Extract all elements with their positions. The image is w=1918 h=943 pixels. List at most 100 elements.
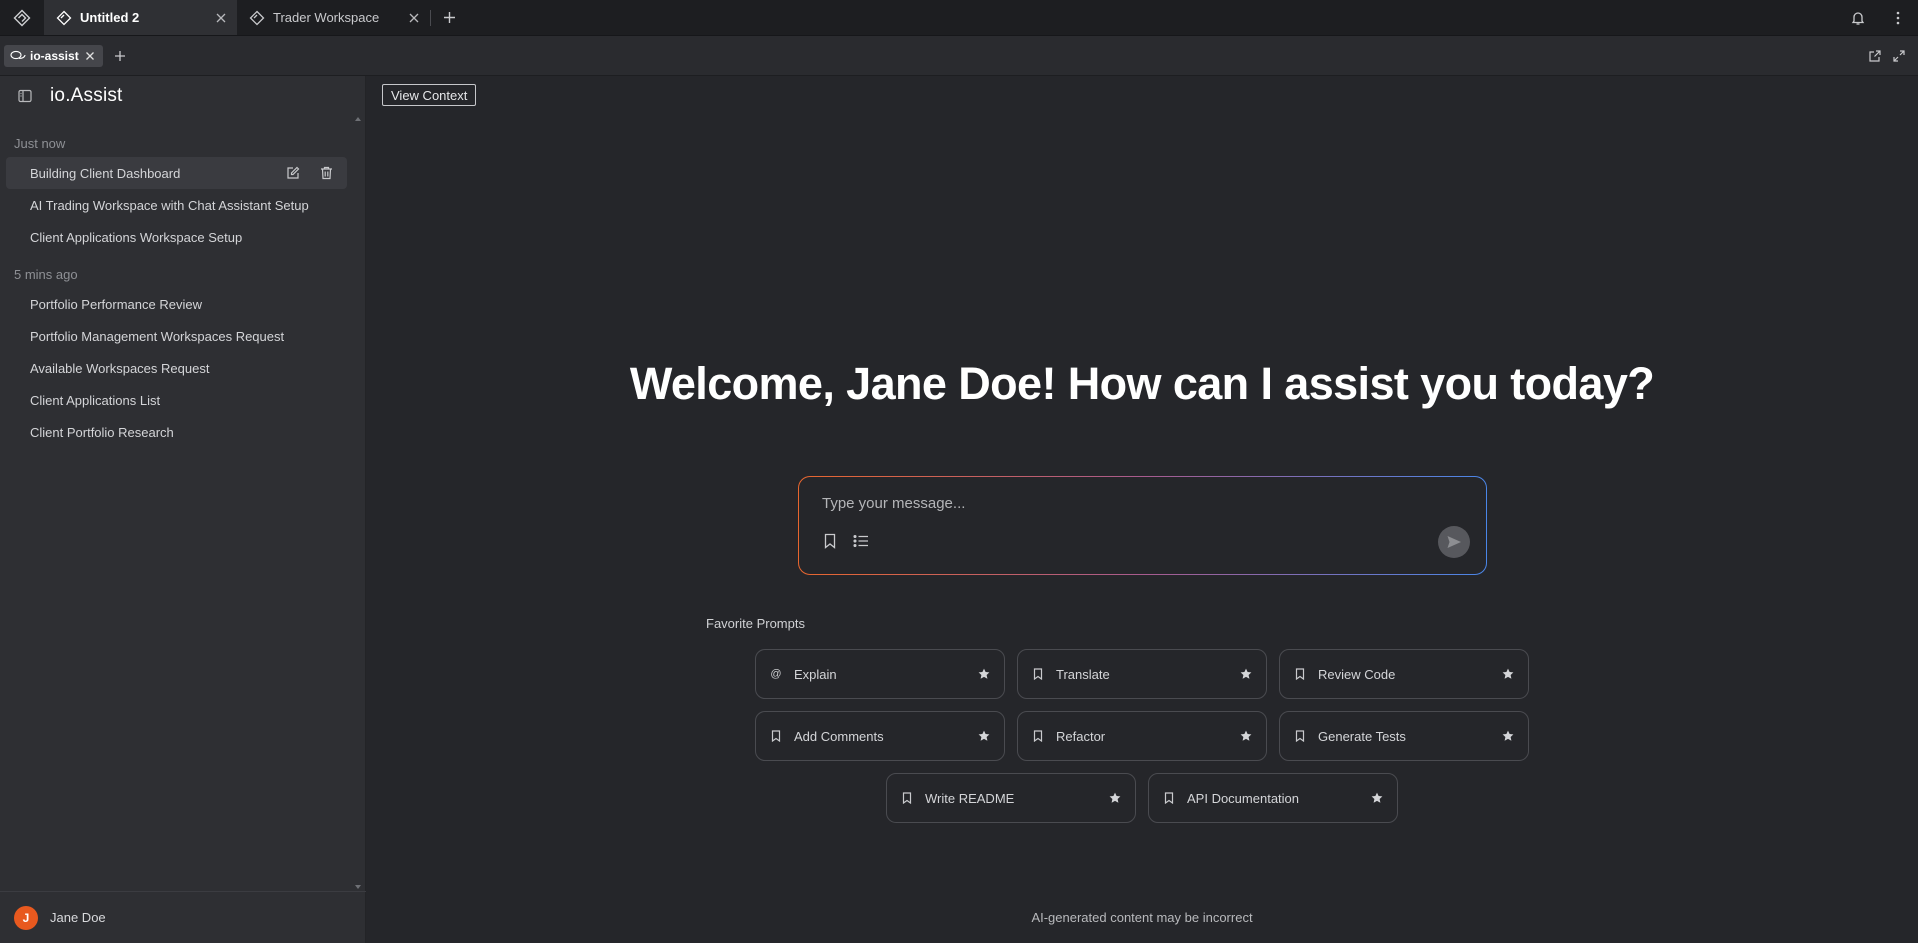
star-icon[interactable] [1240,730,1252,742]
star-icon[interactable] [978,730,990,742]
conversation-label: Client Applications Workspace Setup [30,229,243,245]
favorite-prompts-label: Favorite Prompts [706,616,805,631]
close-app-tab-icon[interactable] [85,51,95,61]
prompt-api-documentation[interactable]: API Documentation [1148,773,1398,823]
bookmark-icon [1294,668,1306,680]
workspace-icon [249,10,265,26]
chat-bubbles-icon [10,50,26,62]
composer-body [799,477,1486,574]
conversation-label: Building Client Dashboard [30,165,181,181]
send-button[interactable] [1438,526,1470,558]
prompt-explain[interactable]: @ Explain [755,649,1005,699]
add-app-tab-button[interactable] [105,50,135,62]
conversation-item[interactable]: Available Workspaces Request [6,352,347,384]
kebab-menu-icon [1896,11,1900,25]
prompt-add-comments[interactable]: Add Comments [755,711,1005,761]
group-label-5-mins-ago: 5 mins ago [14,267,78,282]
conversation-label: Available Workspaces Request [30,360,210,376]
message-input[interactable] [822,493,1422,513]
add-tab-button[interactable] [431,0,467,35]
bookmark-icon [1163,792,1175,804]
star-icon[interactable] [1240,668,1252,680]
composer-tools [823,533,869,549]
star-icon[interactable] [1109,792,1121,804]
app-logo-icon[interactable] [0,0,44,35]
conversation-item[interactable]: Client Applications Workspace Setup [6,221,347,253]
sidebar-title: io.Assist [50,85,123,106]
conversation-item[interactable]: Client Applications List [6,384,347,416]
prompt-label: Write README [925,790,1015,806]
conversation-item[interactable]: Building Client Dashboard [6,157,347,189]
at-icon: @ [770,668,782,680]
message-composer [798,476,1487,575]
conversation-actions [286,166,333,180]
app-tab-label: io-assist [30,48,79,63]
star-icon[interactable] [978,668,990,680]
conversation-label: Portfolio Management Workspaces Request [30,328,285,344]
prompt-label: Generate Tests [1318,728,1406,744]
app-tab-io-assist[interactable]: io-assist [4,44,103,67]
notifications-button[interactable] [1838,0,1878,35]
star-icon[interactable] [1502,730,1514,742]
bell-icon [1850,10,1866,26]
conversation-label: Portfolio Performance Review [30,296,202,312]
more-options-button[interactable] [1878,0,1918,35]
conversation-item[interactable]: Portfolio Management Workspaces Request [6,320,347,352]
pop-out-icon[interactable] [1868,49,1882,63]
bookmark-icon [1032,668,1044,680]
conversation-label: Client Portfolio Research [30,424,174,440]
group-label-just-now: Just now [14,136,66,151]
conversation-label: AI Trading Workspace with Chat Assistant… [30,197,309,213]
bookmark-icon [1294,730,1306,742]
close-tab-icon[interactable] [408,12,420,24]
sidebar-toggle-icon[interactable] [18,89,32,103]
prompt-write-readme[interactable]: Write README [886,773,1136,823]
prompt-review-code[interactable]: Review Code [1279,649,1529,699]
prompt-generate-tests[interactable]: Generate Tests [1279,711,1529,761]
tab-trader-workspace[interactable]: Trader Workspace [237,0,430,35]
list-icon[interactable] [853,533,869,549]
prompt-refactor[interactable]: Refactor [1017,711,1267,761]
edit-icon[interactable] [286,166,300,180]
tab-label: Trader Workspace [273,10,380,25]
prompt-label: API Documentation [1187,790,1300,806]
scroll-up-arrow[interactable] [355,116,361,122]
prompt-label: Add Comments [794,728,884,744]
bookmark-icon [770,730,782,742]
plus-icon [114,50,126,62]
sidebar-header: io.Assist [0,76,365,116]
conversation-item[interactable]: Client Portfolio Research [6,416,347,448]
prompt-label: Explain [794,666,837,682]
window-tab-bar: Untitled 2 Trader Workspace [0,0,1918,36]
star-icon[interactable] [1371,792,1383,804]
avatar: J [14,905,38,930]
prompt-translate[interactable]: Translate [1017,649,1267,699]
welcome-heading: Welcome, Jane Doe! How can I assist you … [629,358,1655,409]
star-icon[interactable] [1502,668,1514,680]
user-name: Jane Doe [50,910,106,925]
close-tab-icon[interactable] [215,12,227,24]
tab-untitled-2[interactable]: Untitled 2 [44,0,237,35]
tab-label: Untitled 2 [80,10,140,25]
app-tab-actions [1868,49,1918,63]
scroll-down-arrow[interactable] [355,884,361,890]
conversation-item[interactable]: Portfolio Performance Review [6,288,347,320]
prompt-label: Translate [1056,666,1110,682]
workspace-icon [56,10,72,26]
maximize-icon[interactable] [1892,49,1906,63]
bookmark-icon [901,792,913,804]
view-context-button[interactable]: View Context [382,84,477,106]
bookmark-icon[interactable] [823,533,837,549]
trash-icon[interactable] [320,166,333,180]
ai-disclaimer: AI-generated content may be incorrect [1031,910,1253,925]
conversation-item[interactable]: AI Trading Workspace with Chat Assistant… [6,189,347,221]
prompt-label: Refactor [1056,728,1106,744]
chat-main: View Context Welcome, Jane Doe! How can … [366,76,1918,943]
send-icon [1446,534,1462,550]
bookmark-icon [1032,730,1044,742]
conversation-label: Client Applications List [30,392,161,408]
user-profile[interactable]: J Jane Doe [0,891,366,943]
app-tab-bar: io-assist [0,36,1918,76]
conversation-sidebar: io.Assist Just now Building Client Dashb… [0,76,366,943]
